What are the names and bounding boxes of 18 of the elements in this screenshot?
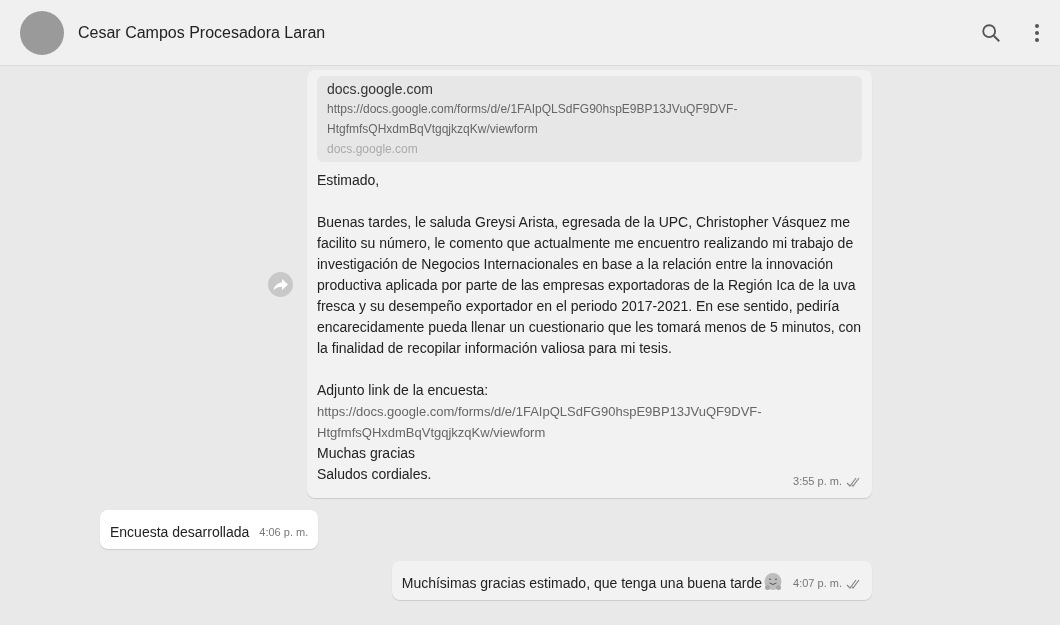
- preview-url: https://docs.google.com/forms/d/e/1FAIpQLSdFG90hspE9BP13JVuQF9DVF-HtgfmfsQHxdmBqVtgqjkzqKw/viewform: [327, 101, 739, 138]
- message-text: Encuesta desarrollada: [110, 523, 250, 542]
- message-text: Buenas tardes, le saluda Greysi Arista, egresada de la UPC, Christopher Vásquez me facilito su número, le comento que actualmente me encuentro realizando mi trabajo de investigación de Negocios Internacionales en base a la relación entre la innovación productiva aplicada por parte de las empresas exportadoras de la Región Ica de la uva fresca y su desempeño exportador en el periodo 2017-2021. En ese sentido, pediría encarecidamente pueda llenar un cuestionario que les tomará menos de 5 minutos, con la finalidad de recopilar información valiosa para mi tesis.: [317, 213, 862, 358]
- message-time: 3:55 p. m.: [793, 474, 842, 489]
- message-link[interactable]: https://docs.google.com/forms/d/e/1FAIpQLSdFG90hspE9BP13JVuQF9DVF-HtgfmfsQHxdmBqVtgqjkzqKw/viewform: [317, 401, 862, 443]
- message-text: Muchísimas gracias estimado, que tenga una buena tarde: [401, 574, 763, 593]
- link-preview-card[interactable]: docs.google.com https://docs.google.com/forms/d/e/1FAIpQLSdFG90hspE9BP13JVuQF9DVF-HtgfmfsQHxdmBqVtgqjkzqKw/viewform docs.google.com: [317, 76, 862, 162]
- search-icon[interactable]: [980, 21, 1002, 44]
- preview-domain: docs.google.com: [327, 141, 419, 158]
- message-text: Adjunto link de la encuesta:: [317, 381, 489, 400]
- message-time: 4:07 p. m.: [793, 576, 842, 591]
- contact-name[interactable]: Cesar Campos Procesadora Laran: [78, 20, 966, 45]
- message-text: Saludos cordiales.: [317, 465, 432, 484]
- preview-title: docs.google.com: [327, 80, 434, 99]
- message-time: 4:06 p. m.: [259, 525, 309, 540]
- message-text: Estimado,: [317, 171, 380, 190]
- menu-icon[interactable]: [1034, 22, 1040, 43]
- message-text: Muchas gracias: [317, 444, 416, 463]
